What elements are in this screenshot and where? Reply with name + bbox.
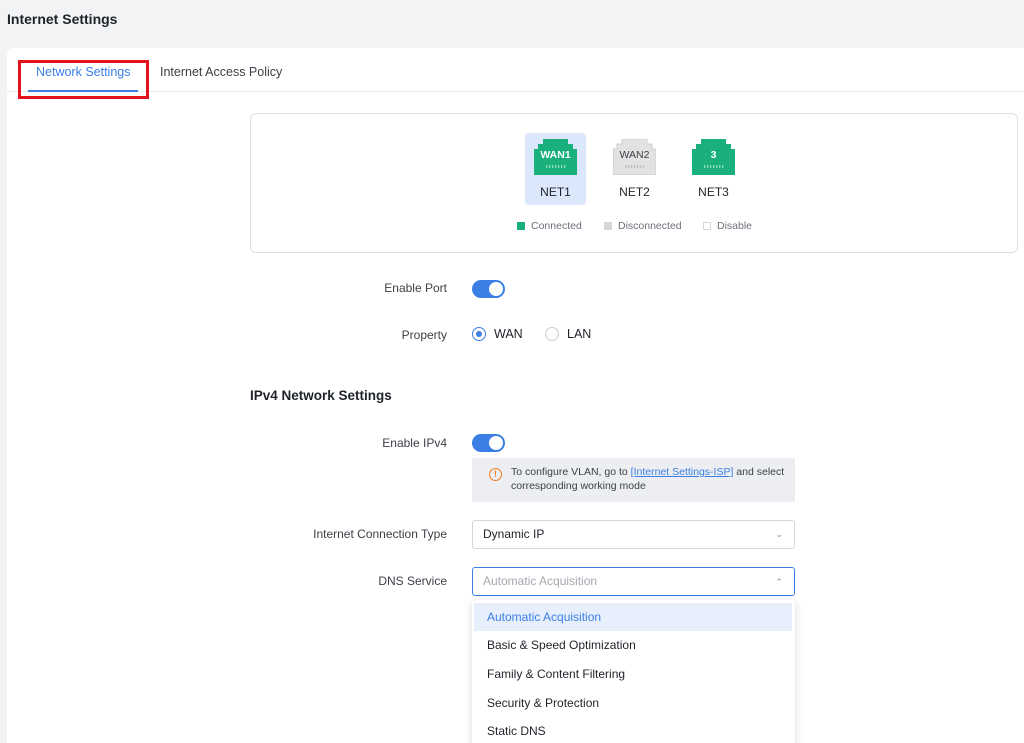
enable-port-toggle[interactable] <box>472 280 505 298</box>
legend-swatch-connected <box>517 222 525 230</box>
property-radio-wan[interactable]: WAN <box>472 327 523 341</box>
radio-label: WAN <box>494 327 523 341</box>
vlan-info-box: ! To configure VLAN, go to [Internet Set… <box>472 458 795 502</box>
connection-type-label: Internet Connection Type <box>313 527 447 541</box>
radio-label: LAN <box>567 327 592 341</box>
legend-label: Disconnected <box>618 220 682 232</box>
dns-service-label: DNS Service <box>378 574 447 588</box>
port-icon-text: 3 <box>711 149 717 161</box>
ipv4-section-title: IPv4 Network Settings <box>250 388 392 403</box>
port-net3[interactable]: 3 NET3 <box>683 133 744 205</box>
port-panel: WAN1 NET1 WAN2 NET2 3 NET3 Connected Dis… <box>250 113 1018 253</box>
property-label: Property <box>401 328 447 342</box>
port-icon-text: WAN1 <box>540 149 570 161</box>
radio-checked-icon <box>472 327 486 341</box>
dns-option-basic-speed[interactable]: Basic & Speed Optimization <box>474 631 792 659</box>
enable-ipv4-label: Enable IPv4 <box>382 436 447 450</box>
connection-type-select[interactable]: Dynamic IP ⌄ <box>472 520 795 549</box>
dns-option-static-dns[interactable]: Static DNS <box>474 717 792 743</box>
ethernet-port-icon: 3 <box>692 139 735 175</box>
dns-service-placeholder: Automatic Acquisition <box>483 574 598 588</box>
dns-option-family-content[interactable]: Family & Content Filtering <box>474 660 792 688</box>
radio-unchecked-icon <box>545 327 559 341</box>
page-title: Internet Settings <box>7 11 118 27</box>
connection-type-value: Dynamic IP <box>483 527 545 541</box>
enable-port-label: Enable Port <box>384 281 447 295</box>
legend-label: Connected <box>531 220 582 232</box>
isp-settings-link[interactable]: [Internet Settings-ISP] <box>631 466 734 478</box>
annotation-highlight-box <box>18 60 149 99</box>
port-net2[interactable]: WAN2 NET2 <box>604 133 665 205</box>
port-net1[interactable]: WAN1 NET1 <box>525 133 586 205</box>
port-label: NET2 <box>619 185 650 199</box>
tab-internet-access-policy[interactable]: Internet Access Policy <box>160 65 282 79</box>
property-radio-lan[interactable]: LAN <box>545 327 591 341</box>
legend-disable: Disable <box>703 220 752 232</box>
legend-swatch-disable <box>703 222 711 230</box>
port-icon-text: WAN2 <box>620 149 650 161</box>
port-label: NET1 <box>540 185 571 199</box>
warning-icon: ! <box>489 468 502 481</box>
dns-service-select[interactable]: Automatic Acquisition ⌃ <box>472 567 795 596</box>
info-text-before: To configure VLAN, go to <box>511 466 631 478</box>
chevron-up-icon: ⌃ <box>775 577 783 587</box>
dns-service-dropdown: Automatic Acquisition Basic & Speed Opti… <box>472 600 795 743</box>
ethernet-port-icon: WAN1 <box>534 139 577 175</box>
legend-swatch-disconnected <box>604 222 612 230</box>
enable-ipv4-toggle[interactable] <box>472 434 505 452</box>
legend-disconnected: Disconnected <box>604 220 682 232</box>
chevron-down-icon: ⌄ <box>775 529 783 539</box>
dns-option-security-protection[interactable]: Security & Protection <box>474 689 792 717</box>
ethernet-port-icon: WAN2 <box>613 139 656 175</box>
legend-label: Disable <box>717 220 753 232</box>
port-label: NET3 <box>698 185 729 199</box>
dns-option-automatic-acquisition[interactable]: Automatic Acquisition <box>474 603 792 631</box>
legend-connected: Connected <box>517 220 582 232</box>
tab-bar: Network Settings Internet Access Policy <box>7 48 1024 92</box>
